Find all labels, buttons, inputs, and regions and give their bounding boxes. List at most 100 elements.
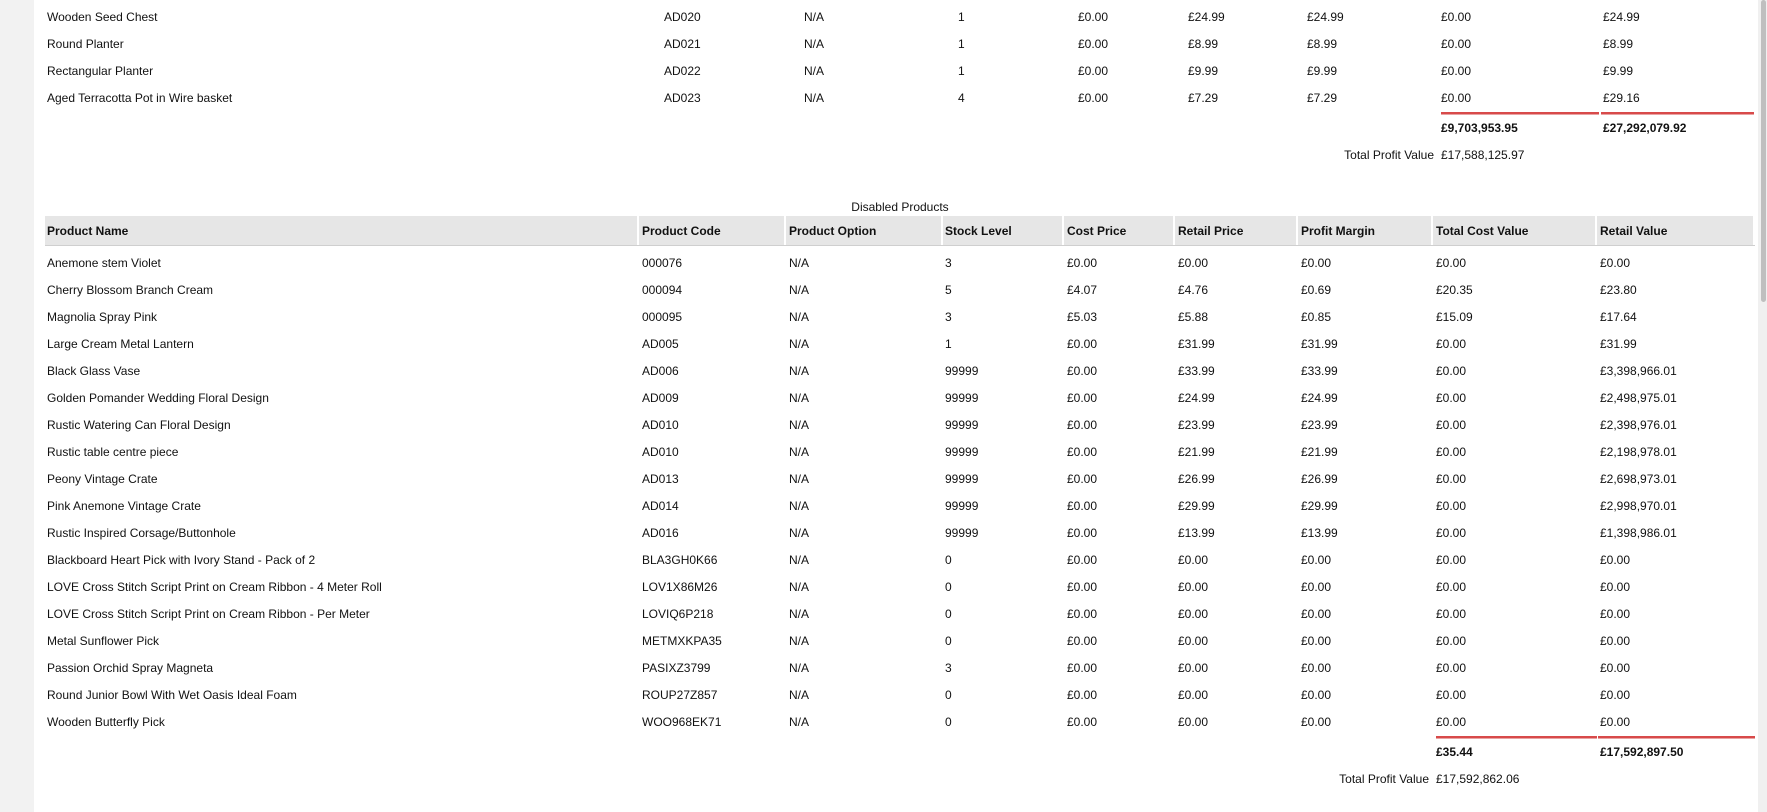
disabled-product-code-cell: AD014 [642, 499, 679, 513]
disabled-profit-margin-cell: £0.00 [1301, 715, 1332, 729]
disabled-cost-price-cell: £0.00 [1067, 445, 1098, 459]
disabled-product-name-cell: Rustic Inspired Corsage/Buttonhole [47, 526, 236, 540]
disabled-product-option-cell: N/A [789, 445, 810, 459]
disabled-product-name-cell: Metal Sunflower Pick [47, 634, 160, 648]
disabled-retail-value-cell: £0.00 [1600, 607, 1631, 621]
disabled-stock-level-cell: 0 [945, 688, 952, 702]
disabled-profit-margin-cell: £0.00 [1301, 688, 1332, 702]
disabled-product-name-cell: LOVE Cross Stitch Script Print on Cream … [47, 580, 382, 594]
disabled-stock-level-cell: 3 [945, 661, 952, 675]
enabled-total-profit-label: Total Profit Value [1344, 148, 1434, 162]
disabled-profit-margin-cell: £33.99 [1301, 364, 1338, 378]
header-profit-margin: Profit Margin [1301, 224, 1375, 238]
disabled-cost-price-cell: £0.00 [1067, 526, 1098, 540]
header-retail-price: Retail Price [1178, 224, 1244, 238]
enabled-stock-level-cell: 1 [958, 64, 965, 78]
disabled-retail-price-cell: £5.88 [1178, 310, 1209, 324]
enabled-total-cost-value: £9,703,953.95 [1441, 121, 1518, 135]
disabled-profit-margin-cell: £0.00 [1301, 634, 1332, 648]
enabled-total-cost-value-cell: £0.00 [1441, 37, 1472, 51]
disabled-product-code-cell: 000094 [642, 283, 683, 297]
disabled-cost-price-cell: £0.00 [1067, 634, 1098, 648]
disabled-retail-value-cell: £17.64 [1600, 310, 1637, 324]
disabled-product-option-cell: N/A [789, 580, 810, 594]
disabled-total-cost-value-cell: £0.00 [1436, 256, 1467, 270]
disabled-total-cost-value-cell: £0.00 [1436, 364, 1467, 378]
disabled-retail-price-cell: £29.99 [1178, 499, 1215, 513]
disabled-retail-price-cell: £24.99 [1178, 391, 1215, 405]
disabled-product-option-cell: N/A [789, 364, 810, 378]
disabled-retail-value-cell: £23.80 [1600, 283, 1637, 297]
disabled-retail-value-cell: £0.00 [1600, 634, 1631, 648]
enabled-product-name-cell: Rectangular Planter [47, 64, 154, 78]
disabled-total-cost-value-cell: £0.00 [1436, 688, 1467, 702]
disabled-retail-value-cell: £2,998,970.01 [1600, 499, 1677, 513]
disabled-retail-price-cell: £21.99 [1178, 445, 1215, 459]
scrollbar-thumb[interactable] [1761, 0, 1766, 302]
enabled-total-cost-value-cell: £0.00 [1441, 10, 1472, 24]
disabled-retail-price-cell: £0.00 [1178, 553, 1209, 567]
enabled-stock-level-cell: 4 [958, 91, 965, 105]
disabled-total-retail-value: £17,592,897.50 [1600, 745, 1684, 759]
disabled-retail-price-cell: £0.00 [1178, 256, 1209, 270]
disabled-product-option-cell: N/A [789, 283, 810, 297]
disabled-total-cost-value-cell: £0.00 [1436, 580, 1467, 594]
enabled-product-name-cell: Round Planter [47, 37, 124, 51]
enabled-product-name-cell: Aged Terracotta Pot in Wire basket [47, 91, 233, 105]
disabled-product-code-cell: AD013 [642, 472, 679, 486]
disabled-retail-price-cell: £13.99 [1178, 526, 1215, 540]
disabled-product-option-cell: N/A [789, 499, 810, 513]
disabled-stock-level-cell: 99999 [945, 445, 979, 459]
disabled-retail-value-cell: £0.00 [1600, 256, 1631, 270]
enabled-stock-level-cell: 1 [958, 10, 965, 24]
disabled-product-option-cell: N/A [789, 688, 810, 702]
disabled-product-code-cell: AD010 [642, 445, 679, 459]
disabled-product-option-cell: N/A [789, 607, 810, 621]
disabled-stock-level-cell: 0 [945, 715, 952, 729]
disabled-total-cost-value-cell: £0.00 [1436, 472, 1467, 486]
disabled-stock-level-cell: 0 [945, 607, 952, 621]
disabled-product-option-cell: N/A [789, 553, 810, 567]
disabled-total-cost-value-cell: £15.09 [1436, 310, 1473, 324]
disabled-product-name-cell: Magnolia Spray Pink [47, 310, 158, 324]
enabled-product-option-cell: N/A [804, 37, 825, 51]
disabled-product-name-cell: Rustic Watering Can Floral Design [47, 418, 231, 432]
disabled-stock-level-cell: 1 [945, 337, 952, 351]
header-product-name: Product Name [47, 224, 129, 238]
enabled-product-option-cell: N/A [804, 91, 825, 105]
total-underline [1598, 736, 1755, 739]
disabled-product-code-cell: WOO968EK71 [642, 715, 722, 729]
disabled-total-cost-value-cell: £20.35 [1436, 283, 1473, 297]
disabled-product-name-cell: Peony Vintage Crate [47, 472, 158, 486]
header-stock-level: Stock Level [945, 224, 1012, 238]
enabled-total-cost-value-cell: £0.00 [1441, 91, 1472, 105]
disabled-stock-level-cell: 0 [945, 634, 952, 648]
enabled-profit-margin-cell: £24.99 [1307, 10, 1344, 24]
enabled-cost-price-cell: £0.00 [1078, 91, 1109, 105]
disabled-product-code-cell: 000076 [642, 256, 683, 270]
disabled-product-code-cell: PASIXZ3799 [642, 661, 711, 675]
disabled-cost-price-cell: £4.07 [1067, 283, 1098, 297]
disabled-profit-margin-cell: £0.00 [1301, 256, 1332, 270]
disabled-product-name-cell: Cherry Blossom Branch Cream [47, 283, 214, 297]
enabled-product-option-cell: N/A [804, 64, 825, 78]
disabled-total-cost-value-cell: £0.00 [1436, 391, 1467, 405]
disabled-stock-level-cell: 5 [945, 283, 952, 297]
enabled-profit-margin-cell: £7.29 [1307, 91, 1338, 105]
disabled-stock-level-cell: 99999 [945, 364, 979, 378]
disabled-product-name-cell: Black Glass Vase [47, 364, 141, 378]
disabled-retail-price-cell: £4.76 [1178, 283, 1209, 297]
disabled-total-cost-value-cell: £0.00 [1436, 526, 1467, 540]
disabled-total-cost-value-cell: £0.00 [1436, 337, 1467, 351]
disabled-cost-price-cell: £0.00 [1067, 688, 1098, 702]
disabled-product-name-cell: Passion Orchid Spray Magneta [47, 661, 214, 675]
disabled-product-option-cell: N/A [789, 418, 810, 432]
disabled-product-option-cell: N/A [789, 472, 810, 486]
disabled-product-option-cell: N/A [789, 661, 810, 675]
disabled-profit-margin-cell: £13.99 [1301, 526, 1338, 540]
disabled-product-name-cell: Pink Anemone Vintage Crate [47, 499, 201, 513]
enabled-retail-value-cell: £9.99 [1603, 64, 1634, 78]
disabled-stock-level-cell: 99999 [945, 391, 979, 405]
disabled-total-cost-value-cell: £0.00 [1436, 661, 1467, 675]
disabled-products-title: Disabled Products [851, 200, 949, 214]
